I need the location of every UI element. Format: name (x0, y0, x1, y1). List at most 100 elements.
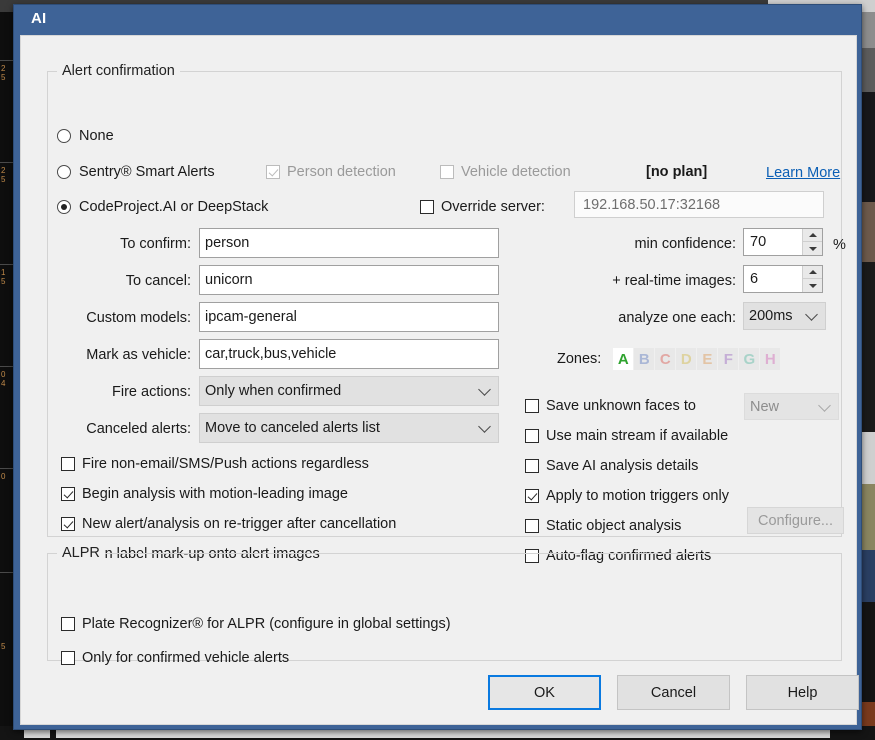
percent-sign-label: % (833, 237, 846, 253)
checkbox-override-server-label: Override server: (441, 199, 545, 215)
radio-sentry-smart-alerts[interactable]: Sentry® Smart Alerts (57, 164, 215, 180)
option-left-1-box (61, 487, 75, 501)
option-alpr-0[interactable]: Plate Recognizer® for ALPR (configure in… (61, 616, 451, 632)
plan-status-text: [no plan] (646, 164, 708, 180)
option-right-0-box (525, 399, 539, 413)
label-realtime-images: + real-time images: (612, 273, 736, 289)
alpr-legend: ALPR (57, 545, 105, 561)
zone-button-a[interactable]: A (613, 348, 634, 370)
radio-sentry-label: Sentry® Smart Alerts (79, 164, 215, 180)
zone-button-f[interactable]: F (718, 348, 739, 370)
cancel-button[interactable]: Cancel (617, 675, 730, 710)
spin-down-icon[interactable] (803, 242, 822, 255)
option-right-2-box (525, 459, 539, 473)
checkbox-vehicle-detection[interactable]: Vehicle detection (440, 164, 571, 180)
mark-as-vehicle-input[interactable]: car,truck,bus,vehicle (199, 339, 499, 369)
realtime-images-value: 6 (750, 271, 759, 287)
option-right-3[interactable]: Apply to motion triggers only (525, 488, 729, 504)
min-confidence-value: 70 (750, 234, 767, 250)
label-mark-as-vehicle: Mark as vehicle: (86, 347, 191, 363)
option-left-2-label: New alert/analysis on re-trigger after c… (82, 516, 397, 532)
option-left-1[interactable]: Begin analysis with motion-leading image (61, 486, 348, 502)
canceled-alerts-select[interactable]: Move to canceled alerts list (199, 413, 499, 443)
to-cancel-input[interactable]: unicorn (199, 265, 499, 295)
checkbox-person-detection[interactable]: Person detection (266, 164, 396, 180)
option-left-0[interactable]: Fire non-email/SMS/Push actions regardle… (61, 456, 369, 472)
spin-up-icon[interactable] (803, 229, 822, 242)
label-custom-models: Custom models: (86, 310, 191, 326)
checkbox-vehicle-detection-box (440, 165, 454, 179)
label-to-confirm: To confirm: (120, 236, 191, 252)
radio-codeproject-label: CodeProject.AI or DeepStack (79, 199, 269, 215)
zones-label: Zones: (557, 351, 602, 367)
option-alpr-0-box (61, 617, 75, 631)
option-right-2[interactable]: Save AI analysis details (525, 458, 698, 474)
min-confidence-spin-buttons[interactable] (802, 229, 822, 255)
radio-none-indicator (57, 129, 71, 143)
label-min-confidence: min confidence: (634, 236, 736, 252)
zone-button-e[interactable]: E (697, 348, 718, 370)
radio-none-label: None (79, 128, 114, 144)
server-address-input[interactable]: 192.168.50.17:32168 (574, 191, 824, 218)
option-alpr-1[interactable]: Only for confirmed vehicle alerts (61, 650, 289, 666)
checkbox-override-server[interactable]: Override server: (420, 199, 545, 215)
dialog-client-area: Alert confirmation None Sentry® Smart Al… (20, 35, 859, 725)
zone-button-c[interactable]: C (655, 348, 676, 370)
option-right-4[interactable]: Static object analysis (525, 518, 681, 534)
unknown-faces-folder-select[interactable]: New (744, 393, 839, 420)
option-left-1-label: Begin analysis with motion-leading image (82, 486, 348, 502)
spin-up-icon[interactable] (803, 266, 822, 279)
label-fire-actions: Fire actions: (112, 384, 191, 400)
radio-none[interactable]: None (57, 128, 114, 144)
label-analyze-one-each: analyze one each: (618, 310, 736, 326)
option-left-0-box (61, 457, 75, 471)
chevron-down-icon (805, 308, 818, 321)
checkbox-override-server-box (420, 200, 434, 214)
zone-button-d[interactable]: D (676, 348, 697, 370)
ok-button[interactable]: OK (488, 675, 601, 710)
dialog-title: AI (31, 10, 47, 27)
chevron-down-icon (818, 398, 831, 412)
analyze-interval-select[interactable]: 200ms (743, 302, 826, 330)
checkbox-person-detection-label: Person detection (287, 164, 396, 180)
option-right-1-box (525, 429, 539, 443)
zones-row: Zones: ABCDEFGH (557, 348, 781, 370)
fire-actions-select[interactable]: Only when confirmed (199, 376, 499, 406)
option-right-1[interactable]: Use main stream if available (525, 428, 728, 444)
radio-codeproject-deepstack[interactable]: CodeProject.AI or DeepStack (57, 199, 268, 215)
learn-more-link[interactable]: Learn More (766, 165, 840, 181)
static-object-configure-button[interactable]: Configure... (747, 507, 844, 534)
radio-codeproject-indicator (57, 200, 71, 214)
option-right-4-box (525, 519, 539, 533)
checkbox-person-detection-box (266, 165, 280, 179)
option-right-0[interactable]: Save unknown faces to (525, 398, 696, 414)
option-alpr-0-label: Plate Recognizer® for ALPR (configure in… (82, 616, 451, 632)
background-left-panel: 25 25 15 04 0 5 (0, 12, 14, 740)
option-right-2-label: Save AI analysis details (546, 458, 699, 474)
custom-models-input[interactable]: ipcam-general (199, 302, 499, 332)
radio-sentry-indicator (57, 165, 71, 179)
zone-button-h[interactable]: H (760, 348, 781, 370)
option-left-2[interactable]: New alert/analysis on re-trigger after c… (61, 516, 396, 532)
realtime-images-stepper[interactable]: 6 (743, 265, 823, 293)
to-confirm-input[interactable]: person (199, 228, 499, 258)
label-canceled-alerts: Canceled alerts: (86, 421, 191, 437)
option-right-4-label: Static object analysis (546, 518, 682, 534)
help-button[interactable]: Help (746, 675, 859, 710)
background-right-panel (861, 12, 875, 740)
min-confidence-stepper[interactable]: 70 (743, 228, 823, 256)
checkbox-vehicle-detection-label: Vehicle detection (461, 164, 571, 180)
option-left-2-box (61, 517, 75, 531)
zone-button-g[interactable]: G (739, 348, 760, 370)
unknown-faces-folder-value: New (750, 398, 780, 415)
realtime-images-spin-buttons[interactable] (802, 266, 822, 292)
option-left-0-label: Fire non-email/SMS/Push actions regardle… (82, 456, 369, 472)
spin-down-icon[interactable] (803, 279, 822, 292)
option-alpr-1-label: Only for confirmed vehicle alerts (82, 650, 290, 666)
dialog-titlebar[interactable]: AI (14, 5, 861, 35)
chevron-down-icon (478, 420, 491, 433)
zone-buttons[interactable]: ABCDEFGH (613, 348, 781, 370)
zone-button-b[interactable]: B (634, 348, 655, 370)
canceled-alerts-value: Move to canceled alerts list (205, 420, 380, 436)
ai-settings-dialog: AI Alert confirmation None Sentry® Smart… (13, 4, 862, 730)
